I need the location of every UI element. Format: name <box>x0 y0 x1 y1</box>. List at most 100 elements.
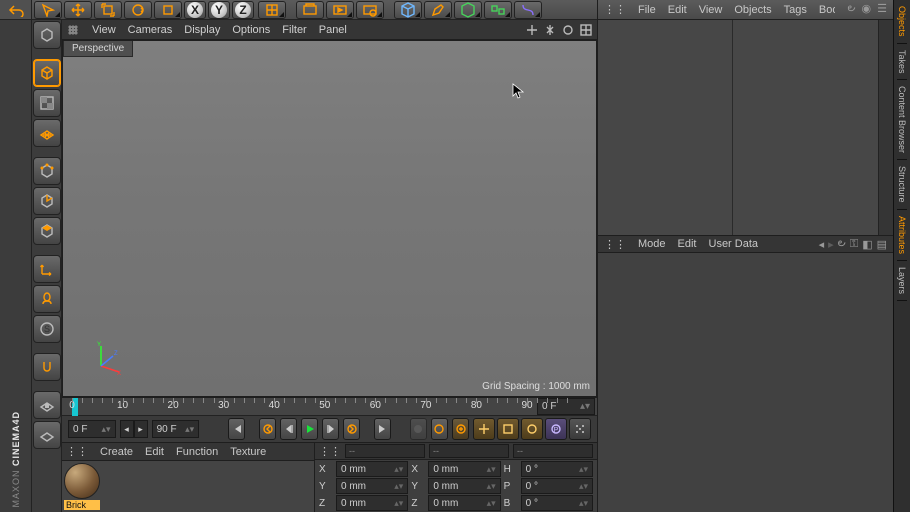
objects-tree[interactable] <box>598 20 893 235</box>
axis-y-toggle[interactable]: Y <box>208 1 230 19</box>
render-pv-button[interactable] <box>326 1 354 19</box>
objects-menu-objects[interactable]: Objects <box>734 4 771 16</box>
material-menu-texture[interactable]: Texture <box>230 446 266 458</box>
attr-menu-userdata[interactable]: User Data <box>709 238 759 250</box>
autokey-button[interactable] <box>431 418 448 440</box>
viewport-menu-view[interactable]: View <box>92 24 116 36</box>
workplane-mode-button[interactable] <box>33 119 61 147</box>
snap-toggle-button[interactable] <box>33 353 61 381</box>
move-tool-button[interactable] <box>64 1 92 19</box>
key-param-button[interactable]: P <box>545 418 567 440</box>
side-tab-layers[interactable]: Layers <box>897 261 907 301</box>
add-cube-button[interactable] <box>394 1 422 19</box>
goto-start-button[interactable] <box>228 418 245 440</box>
points-mode-button[interactable] <box>33 157 61 185</box>
coord-dd-pos[interactable]: -- <box>345 444 425 458</box>
coord-field[interactable]: 0 mm▴▾ <box>336 478 408 494</box>
add-pen-button[interactable] <box>424 1 452 19</box>
key-pla-button[interactable] <box>569 418 591 440</box>
side-tab-objects[interactable]: Objects <box>897 0 907 44</box>
axis-x-toggle[interactable]: X <box>184 1 206 19</box>
side-tab-structure[interactable]: Structure <box>897 160 907 210</box>
objects-menu-edit[interactable]: Edit <box>668 4 687 16</box>
snap-s-button[interactable]: S <box>33 315 61 343</box>
render-view-button[interactable] <box>296 1 324 19</box>
key-pos-button[interactable] <box>473 418 495 440</box>
coord-field[interactable]: 0 mm▴▾ <box>336 461 408 477</box>
next-frame-button[interactable] <box>322 418 339 440</box>
model-mode-button[interactable] <box>33 59 61 87</box>
planar-workplane-button[interactable] <box>33 421 61 449</box>
polys-mode-button[interactable] <box>33 217 61 245</box>
range-nav[interactable]: ◂▸ <box>120 420 148 438</box>
material-menu-edit[interactable]: Edit <box>145 446 164 458</box>
material-handle-icon[interactable]: ⋮⋮ <box>66 445 88 458</box>
objects-search-icon[interactable]: ౿ <box>847 2 855 17</box>
scale-tool-button[interactable] <box>94 1 122 19</box>
coord-field[interactable]: 0 °▴▾ <box>521 495 593 511</box>
texture-mode-button[interactable] <box>33 89 61 117</box>
objects-menu-tags[interactable]: Tags <box>784 4 807 16</box>
objects-scrollbar[interactable] <box>878 20 893 235</box>
objects-eye-icon[interactable]: ◉ <box>862 2 872 17</box>
coord-system-button[interactable] <box>258 1 286 19</box>
viewport-3d[interactable]: Perspective Y X Z Grid Spacing : 1000 mm <box>62 40 597 397</box>
coord-handle-icon[interactable]: ⋮⋮ <box>319 445 341 458</box>
start-frame-field[interactable]: 0 F▴▾ <box>68 420 116 438</box>
key-scale-button[interactable] <box>497 418 519 440</box>
key-rot-button[interactable] <box>521 418 543 440</box>
edges-mode-button[interactable] <box>33 187 61 215</box>
coord-field[interactable]: 0 mm▴▾ <box>428 461 500 477</box>
viewport-menu-cameras[interactable]: Cameras <box>128 24 173 36</box>
coord-field[interactable]: 0 mm▴▾ <box>428 478 500 494</box>
viewport-menu-filter[interactable]: Filter <box>282 24 306 36</box>
viewport-zoom-icon[interactable] <box>543 23 557 37</box>
objects-menu-file[interactable]: File <box>638 4 656 16</box>
attr-menu-icon[interactable]: ▤ <box>877 238 887 251</box>
timeline-ruler[interactable]: 0 F▴▾ 0102030405060708090 <box>62 398 597 416</box>
next-key-button[interactable] <box>343 418 360 440</box>
coord-dd-size[interactable]: -- <box>429 444 509 458</box>
timeline-end-field[interactable]: 0 F▴▾ <box>537 398 595 415</box>
viewport-menu-options[interactable]: Options <box>232 24 270 36</box>
viewport-rotate-icon[interactable] <box>561 23 575 37</box>
attr-menu-edit[interactable]: Edit <box>678 238 697 250</box>
locked-workplane-button[interactable] <box>33 391 61 419</box>
coord-field[interactable]: 0 °▴▾ <box>521 478 593 494</box>
record-button[interactable] <box>410 418 427 440</box>
add-deformer-button[interactable] <box>514 1 542 19</box>
render-settings-button[interactable] <box>356 1 384 19</box>
end-frame-field[interactable]: 90 F▴▾ <box>152 420 200 438</box>
objects-filter-icon[interactable]: ☰ <box>877 2 887 17</box>
attr-new-icon[interactable]: ◧ <box>862 238 872 251</box>
material-menu-function[interactable]: Function <box>176 446 218 458</box>
rotate-tool-button[interactable] <box>124 1 152 19</box>
coord-field[interactable]: 0 mm▴▾ <box>428 495 500 511</box>
goto-end-button[interactable] <box>374 418 391 440</box>
viewport-toggle-icon[interactable] <box>579 23 593 37</box>
objects-menu-bookmarks[interactable]: Bookmarks <box>819 4 835 16</box>
play-button[interactable] <box>301 418 318 440</box>
material-item-brick[interactable]: Brick <box>64 463 100 510</box>
attr-menu-mode[interactable]: Mode <box>638 238 666 250</box>
add-nurbs-button[interactable] <box>454 1 482 19</box>
viewport-menu-panel[interactable]: Panel <box>319 24 347 36</box>
select-tool-button[interactable] <box>34 1 62 19</box>
attr-lock-icon[interactable]: ⚿ <box>850 238 858 251</box>
viewport-move-icon[interactable] <box>525 23 539 37</box>
recent-tool-button[interactable] <box>154 1 182 19</box>
side-tab-takes[interactable]: Takes <box>897 44 907 81</box>
prev-frame-button[interactable] <box>280 418 297 440</box>
prev-key-button[interactable] <box>259 418 276 440</box>
coord-dd-rot[interactable]: -- <box>513 444 593 458</box>
coord-field[interactable]: 0 mm▴▾ <box>336 495 408 511</box>
axis-z-toggle[interactable]: Z <box>232 1 254 19</box>
material-menu-create[interactable]: Create <box>100 446 133 458</box>
attr-nav-fwd-icon[interactable]: ▸ <box>828 238 834 251</box>
axis-mode-button[interactable] <box>33 255 61 283</box>
attributes-handle-icon[interactable]: ⋮⋮ <box>604 238 626 251</box>
objects-handle-icon[interactable]: ⋮⋮ <box>604 3 626 16</box>
side-tab-attributes[interactable]: Attributes <box>897 210 907 261</box>
viewport-handle-icon[interactable] <box>66 23 80 37</box>
make-editable-button[interactable] <box>33 21 61 49</box>
